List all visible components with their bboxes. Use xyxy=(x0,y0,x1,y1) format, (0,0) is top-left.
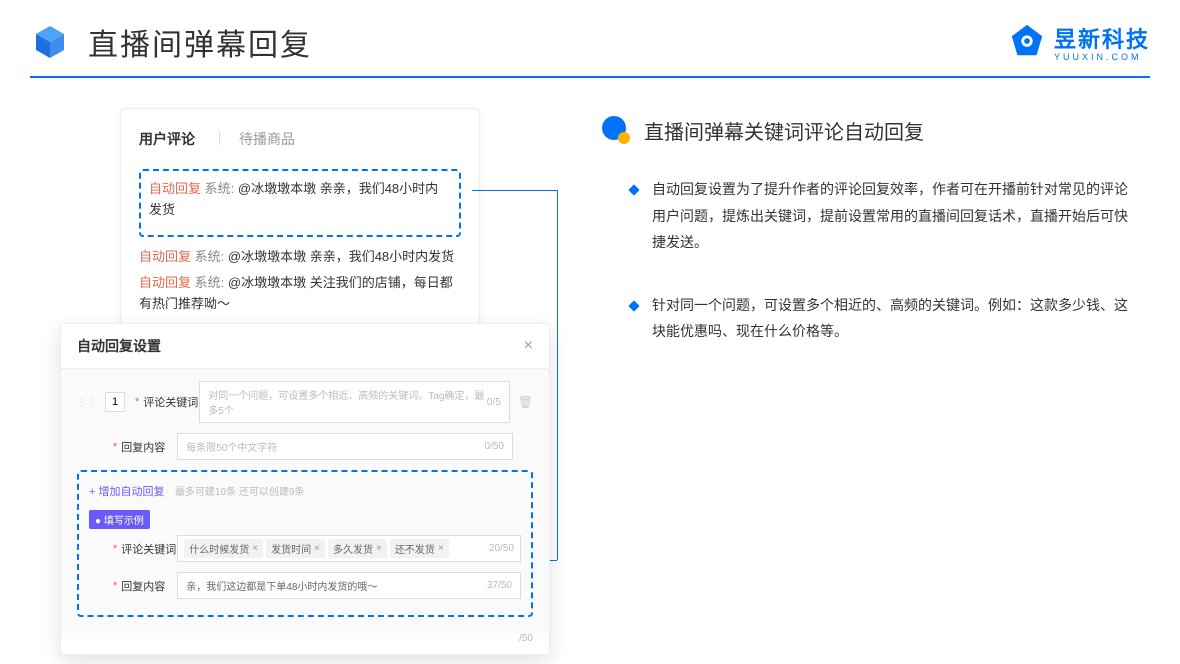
example-box: + 增加自动回复 最多可建10条 还可以创建9条 ● 填写示例 * 评论关键词 … xyxy=(77,470,533,617)
system-label: 系统: xyxy=(195,249,225,264)
ex-content-label: 回复内容 xyxy=(121,578,177,594)
keyword-input[interactable]: 对同一个问题，可设置多个相近、高频的关键词。Tag确定，最多5个 0/5 xyxy=(199,381,509,423)
required-star: * xyxy=(113,441,117,453)
content-count: 0/50 xyxy=(485,441,504,452)
comment-tabs: 用户评论 待播商品 xyxy=(139,129,461,151)
example-keyword-row: * 评论关键词 什么时候发货×发货时间×多久发货×还不发货× 20/50 xyxy=(89,535,521,562)
auto-reply-tag: 自动回复 xyxy=(139,275,191,290)
tag-chip[interactable]: 还不发货× xyxy=(390,539,449,558)
heading-text: 直播间弹幕关键词评论自动回复 xyxy=(644,116,924,145)
brand-logo: 昱新科技 YUUXIN.COM xyxy=(1008,22,1150,62)
highlighted-comment: 自动回复 系统: @冰墩墩本墩 亲亲，我们48小时内发货 xyxy=(139,169,461,237)
connector-line xyxy=(472,190,557,191)
left-panel: 用户评论 待播商品 自动回复 系统: @冰墩墩本墩 亲亲，我们48小时内发货 自… xyxy=(60,108,510,382)
tag-chip[interactable]: 什么时候发货× xyxy=(184,539,263,558)
cube-icon xyxy=(30,22,70,62)
ex-keyword-count: 20/50 xyxy=(489,543,514,554)
diamond-bullet-icon xyxy=(628,184,639,195)
chat-bubble-icon xyxy=(600,114,632,146)
dialog-title: 自动回复设置 xyxy=(77,336,161,356)
tag-chip[interactable]: 发货时间× xyxy=(266,539,325,558)
comment-item: 自动回复 系统: @冰墩墩本墩 亲亲，我们48小时内发货 xyxy=(139,247,461,268)
bullet-2-text: 针对同一个问题，可设置多个相近的、高频的关键词。例如：这款多少钱、这块能优惠吗、… xyxy=(652,292,1130,345)
bullet-1: 自动回复设置为了提升作者的评论回复效率，作者可在开播前针对常见的评论用户问题，提… xyxy=(600,176,1130,256)
tab-user-comments[interactable]: 用户评论 xyxy=(139,129,195,151)
ex-content-count: 37/50 xyxy=(487,580,512,591)
keyword-count: 0/5 xyxy=(487,397,501,408)
auto-reply-settings-dialog: 自动回复设置 × ⋮⋮ 1 * 评论关键词 对同一个问题，可设置多个相近、高频的… xyxy=(60,323,550,655)
comment-item: 自动回复 系统: @冰墩墩本墩 亲亲，我们48小时内发货 xyxy=(149,179,451,221)
connector-line xyxy=(557,190,558,560)
ex-keyword-label: 评论关键词 xyxy=(121,541,177,557)
close-icon[interactable]: × xyxy=(524,337,533,355)
bullet-1-text: 自动回复设置为了提升作者的评论回复效率，作者可在开播前针对常见的评论用户问题，提… xyxy=(652,176,1130,256)
ex-keyword-input[interactable]: 什么时候发货×发货时间×多久发货×还不发货× 20/50 xyxy=(177,535,521,562)
content-row: * 回复内容 每条限50个中文字符 0/50 xyxy=(77,433,533,460)
comment-item: 自动回复 系统: @冰墩墩本墩 关注我们的店铺，每日都有热门推荐呦～ xyxy=(139,273,461,315)
content-input[interactable]: 每条限50个中文字符 0/50 xyxy=(177,433,513,460)
trash-icon[interactable]: 🗑 xyxy=(518,395,533,409)
required-star: * xyxy=(135,396,139,408)
tags-container: 什么时候发货×发货时间×多久发货×还不发货× xyxy=(184,539,451,558)
ex-content-input[interactable]: 亲，我们这边都是下单48小时内发货的哦～ 37/50 xyxy=(177,572,521,599)
auto-reply-tag: 自动回复 xyxy=(149,181,201,196)
tab-pending-products[interactable]: 待播商品 xyxy=(219,129,295,151)
system-label: 系统: xyxy=(205,181,235,196)
auto-reply-tag: 自动回复 xyxy=(139,249,191,264)
add-auto-reply-link[interactable]: + 增加自动回复 xyxy=(89,486,164,498)
section-heading: 直播间弹幕关键词评论自动回复 xyxy=(600,114,1130,146)
keyword-row: ⋮⋮ 1 * 评论关键词 对同一个问题，可设置多个相近、高频的关键词。Tag确定… xyxy=(77,381,533,423)
comment-text: @冰墩墩本墩 亲亲，我们48小时内发货 xyxy=(228,249,454,264)
dialog-header: 自动回复设置 × xyxy=(61,324,549,369)
required-star: * xyxy=(113,580,117,592)
required-star: * xyxy=(113,543,117,555)
row-number: 1 xyxy=(105,392,125,412)
ex-content-text: 亲，我们这边都是下单48小时内发货的哦～ xyxy=(186,578,377,593)
logo-subtext: YUUXIN.COM xyxy=(1054,52,1150,62)
page-header: 直播间弹幕回复 昱新科技 YUUXIN.COM xyxy=(0,0,1180,64)
drag-handle-icon[interactable]: ⋮⋮ xyxy=(77,397,97,408)
content-placeholder: 每条限50个中文字符 xyxy=(186,439,277,454)
keyword-placeholder: 对同一个问题，可设置多个相近、高频的关键词。Tag确定，最多5个 xyxy=(208,387,487,417)
bullet-2: 针对同一个问题，可设置多个相近的、高频的关键词。例如：这款多少钱、这块能优惠吗、… xyxy=(600,292,1130,345)
content-label: 回复内容 xyxy=(121,439,177,455)
diamond-bullet-icon xyxy=(628,300,639,311)
system-label: 系统: xyxy=(195,275,225,290)
logo-text: 昱新科技 xyxy=(1054,27,1150,52)
dialog-body: ⋮⋮ 1 * 评论关键词 对同一个问题，可设置多个相近、高频的关键词。Tag确定… xyxy=(61,369,549,633)
example-badge: ● 填写示例 xyxy=(89,510,150,529)
logo-diamond-icon xyxy=(1008,23,1046,61)
under-count: /50 xyxy=(61,633,549,654)
tag-chip[interactable]: 多久发货× xyxy=(328,539,387,558)
page-title: 直播间弹幕回复 xyxy=(88,20,312,64)
right-panel: 直播间弹幕关键词评论自动回复 自动回复设置为了提升作者的评论回复效率，作者可在开… xyxy=(510,108,1130,382)
add-info-text: 最多可建10条 还可以创建9条 xyxy=(175,487,304,498)
keyword-label: 评论关键词 xyxy=(143,394,199,410)
example-content-row: * 回复内容 亲，我们这边都是下单48小时内发货的哦～ 37/50 xyxy=(89,572,521,599)
